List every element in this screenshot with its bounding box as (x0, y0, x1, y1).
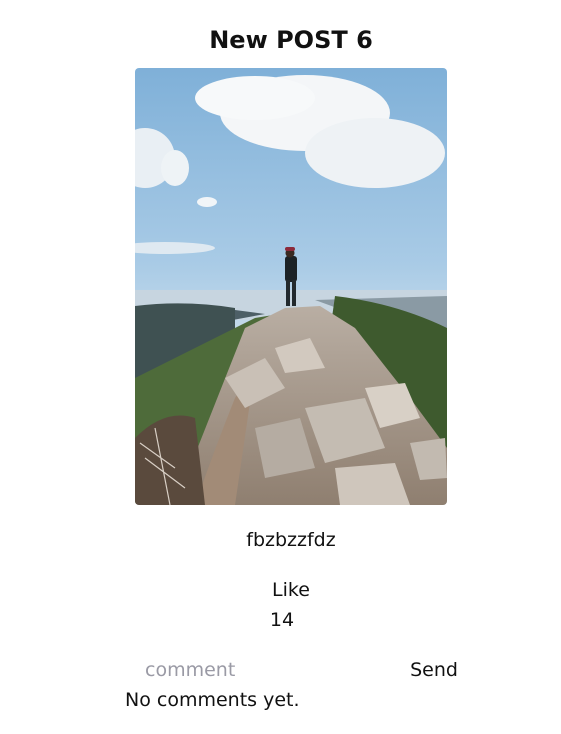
empty-comments-text: No comments yet. (125, 689, 300, 711)
like-count: 14 (269, 609, 295, 631)
post-image (135, 68, 447, 505)
comment-input[interactable] (120, 656, 370, 684)
like-button[interactable]: Like (262, 578, 320, 602)
mountain-photo (135, 68, 447, 505)
post-title: New POST 6 (209, 26, 373, 54)
post-caption: fbzbzzfdz (246, 529, 336, 551)
send-button[interactable]: Send (400, 658, 468, 682)
